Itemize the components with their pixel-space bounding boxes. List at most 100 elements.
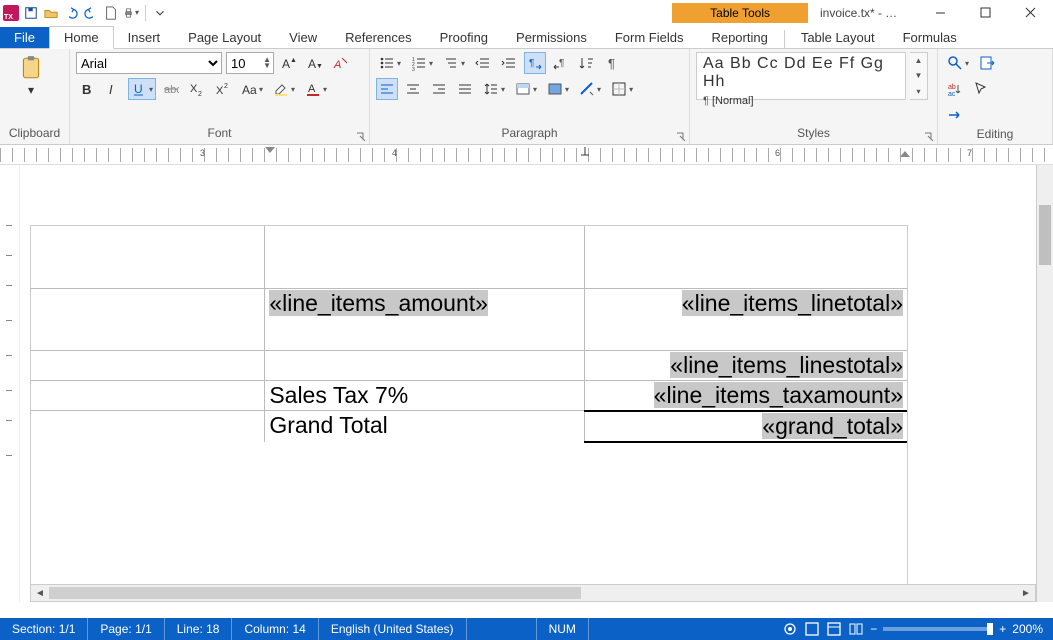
- status-section[interactable]: Section: 1/1: [0, 618, 88, 640]
- new-doc-icon[interactable]: [103, 5, 119, 21]
- tab-reporting[interactable]: Reporting: [697, 27, 781, 48]
- tab-page-layout[interactable]: Page Layout: [174, 27, 275, 48]
- numbered-list-button[interactable]: 123▾: [408, 52, 436, 74]
- ltr-direction-button[interactable]: ¶: [524, 52, 546, 74]
- close-button[interactable]: [1008, 0, 1053, 25]
- justify-button[interactable]: [454, 78, 476, 100]
- table-row[interactable]: «line_items_amount» «line_items_linetota…: [31, 288, 907, 350]
- rtl-direction-button[interactable]: ¶: [550, 52, 572, 74]
- invoice-table[interactable]: «line_items_amount» «line_items_linetota…: [31, 226, 907, 443]
- tab-home[interactable]: Home: [49, 26, 114, 49]
- status-language[interactable]: English (United States): [319, 618, 467, 640]
- goto-button[interactable]: [976, 52, 998, 74]
- minimize-button[interactable]: [918, 0, 963, 25]
- underline-button[interactable]: U▾: [128, 78, 156, 100]
- multilevel-list-button[interactable]: ▾: [440, 52, 468, 74]
- status-column[interactable]: Column: 14: [232, 618, 318, 640]
- horizontal-scrollbar[interactable]: ◄ ►: [30, 584, 1036, 602]
- status-line[interactable]: Line: 18: [165, 618, 233, 640]
- replace-button[interactable]: abac: [944, 78, 966, 100]
- tab-proofing[interactable]: Proofing: [426, 27, 502, 48]
- select-button[interactable]: [970, 78, 992, 100]
- scroll-track[interactable]: [49, 585, 1017, 601]
- table-row[interactable]: [31, 226, 907, 288]
- font-size-input[interactable]: ▲▼: [226, 52, 274, 74]
- qat-customize-icon[interactable]: [152, 5, 168, 21]
- track-changes-icon[interactable]: [782, 621, 798, 637]
- tab-permissions[interactable]: Permissions: [502, 27, 601, 48]
- paragraph-launcher-icon[interactable]: [676, 131, 686, 141]
- styles-launcher-icon[interactable]: [924, 131, 934, 141]
- tab-table-layout[interactable]: Table Layout: [787, 27, 889, 48]
- first-line-indent-icon[interactable]: [265, 147, 275, 157]
- vscroll-thumb[interactable]: [1039, 205, 1051, 265]
- grow-font-button[interactable]: A▲: [278, 52, 300, 74]
- tab-form-fields[interactable]: Form Fields: [601, 27, 698, 48]
- align-center-button[interactable]: [402, 78, 424, 100]
- highlight-button[interactable]: ▾: [270, 78, 298, 100]
- zoom-in-button[interactable]: +: [999, 622, 1006, 636]
- superscript-button[interactable]: X2: [212, 78, 234, 100]
- tab-formulas[interactable]: Formulas: [889, 27, 971, 48]
- paste-button[interactable]: ▾: [6, 51, 56, 97]
- style-gallery[interactable]: Aa Bb Cc Dd Ee Ff Gg Hh [Normal]: [696, 52, 906, 100]
- bulleted-list-button[interactable]: ▾: [376, 52, 404, 74]
- tab-stop-icon[interactable]: [580, 147, 590, 157]
- table-row[interactable]: Grand Total «grand_total»: [31, 411, 907, 442]
- view-mode-3-icon[interactable]: [848, 621, 864, 637]
- horizontal-ruler[interactable]: 3 4 6 7: [0, 145, 1053, 165]
- view-mode-1-icon[interactable]: [804, 621, 820, 637]
- redo-icon[interactable]: [83, 5, 99, 21]
- table-row[interactable]: «line_items_linestotal»: [31, 350, 907, 380]
- strikethrough-button[interactable]: abc: [160, 78, 182, 100]
- context-tab-table-tools[interactable]: Table Tools: [672, 3, 808, 23]
- undo-icon[interactable]: [63, 5, 79, 21]
- right-indent-icon[interactable]: [900, 147, 910, 157]
- bold-button[interactable]: B: [76, 78, 98, 100]
- tab-view[interactable]: View: [275, 27, 331, 48]
- find-button[interactable]: ▾: [944, 52, 972, 74]
- line-spacing-button[interactable]: ▾: [480, 78, 508, 100]
- print-icon[interactable]: [123, 5, 139, 21]
- maximize-button[interactable]: [963, 0, 1008, 25]
- frame-line-button[interactable]: ▾: [576, 78, 604, 100]
- italic-button[interactable]: I: [102, 78, 124, 100]
- status-num-lock[interactable]: NUM: [537, 618, 589, 640]
- font-color-button[interactable]: A▾: [302, 78, 330, 100]
- view-mode-2-icon[interactable]: [826, 621, 842, 637]
- tab-references[interactable]: References: [331, 27, 425, 48]
- vertical-scrollbar[interactable]: [1036, 165, 1053, 602]
- open-icon[interactable]: [43, 5, 59, 21]
- tab-insert[interactable]: Insert: [114, 27, 175, 48]
- subscript-button[interactable]: X2: [186, 78, 208, 100]
- shading-button[interactable]: ▾: [512, 78, 540, 100]
- next-misspelled-button[interactable]: [944, 104, 966, 126]
- change-case-button[interactable]: Aa▾: [238, 78, 266, 100]
- increase-indent-button[interactable]: [498, 52, 520, 74]
- app-icon[interactable]: [3, 5, 19, 21]
- scroll-left-icon[interactable]: ◄: [31, 588, 49, 599]
- frame-fill-button[interactable]: ▾: [544, 78, 572, 100]
- borders-button[interactable]: ▾: [608, 78, 636, 100]
- zoom-slider[interactable]: [883, 627, 993, 631]
- vertical-ruler[interactable]: [0, 165, 20, 602]
- scroll-thumb[interactable]: [49, 587, 581, 599]
- clear-formatting-button[interactable]: A: [330, 52, 352, 74]
- style-gallery-more[interactable]: ▲▼▾: [910, 52, 928, 100]
- save-icon[interactable]: [23, 5, 39, 21]
- scroll-right-icon[interactable]: ►: [1017, 588, 1035, 599]
- zoom-level[interactable]: 200%: [1012, 622, 1043, 636]
- zoom-out-button[interactable]: −: [870, 622, 877, 636]
- tab-file[interactable]: File: [0, 27, 49, 48]
- font-launcher-icon[interactable]: [356, 131, 366, 141]
- status-page[interactable]: Page: 1/1: [88, 618, 164, 640]
- show-marks-button[interactable]: ¶: [602, 52, 624, 74]
- shrink-font-button[interactable]: A▼: [304, 52, 326, 74]
- align-right-button[interactable]: [428, 78, 450, 100]
- document-page[interactable]: «line_items_amount» «line_items_linetota…: [30, 225, 908, 602]
- font-name-select[interactable]: Arial: [76, 52, 222, 74]
- table-row[interactable]: Sales Tax 7% «line_items_taxamount»: [31, 380, 907, 411]
- decrease-indent-button[interactable]: [472, 52, 494, 74]
- align-left-button[interactable]: [376, 78, 398, 100]
- sort-button[interactable]: [576, 52, 598, 74]
